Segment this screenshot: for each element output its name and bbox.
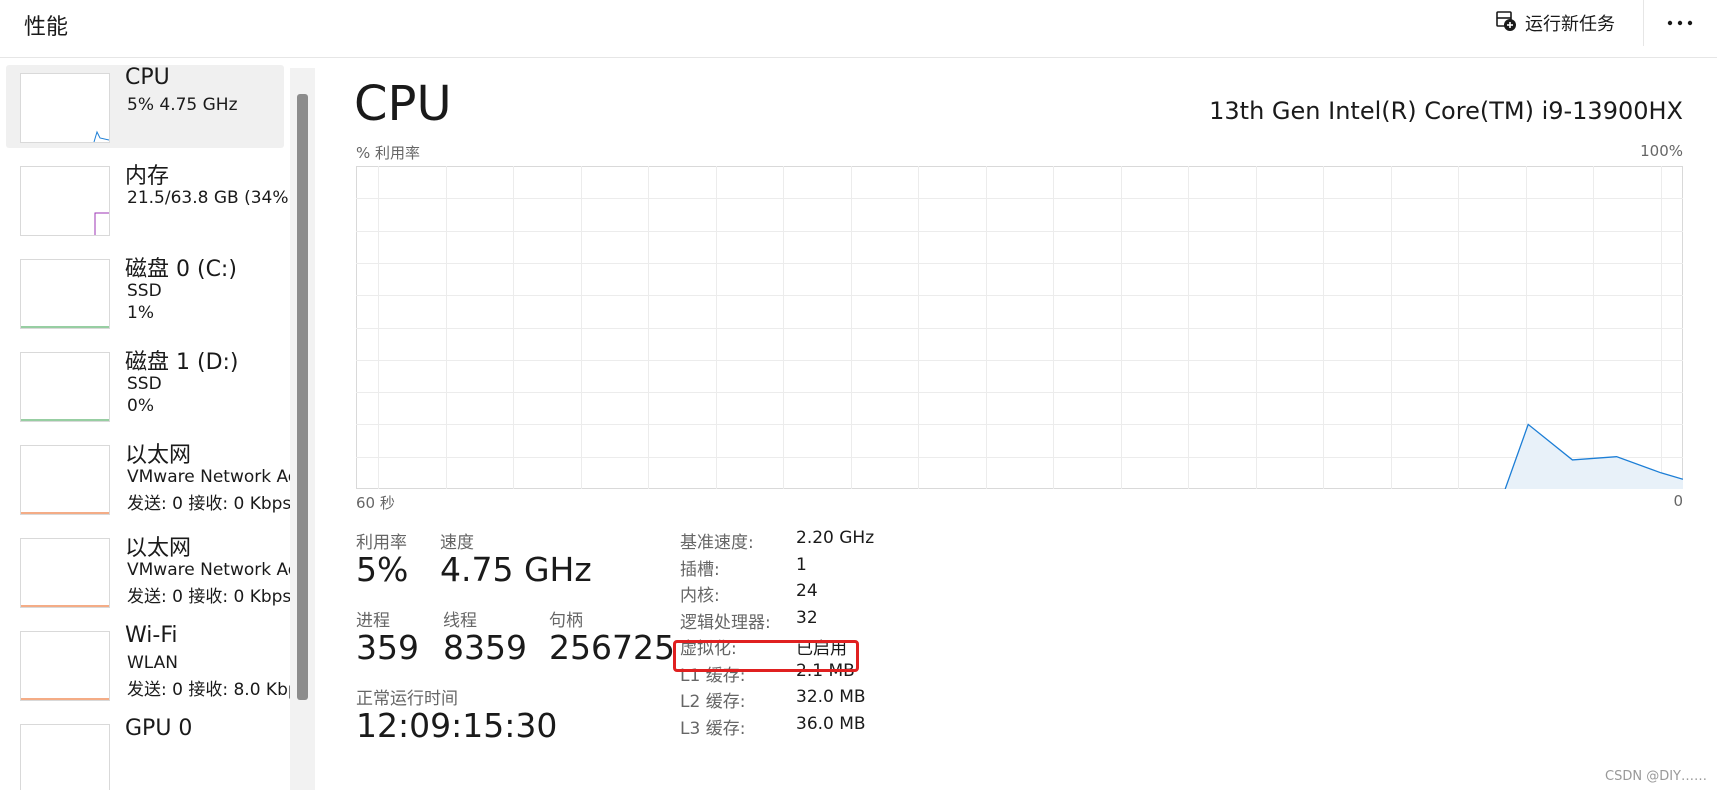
sidebar-item-title: 以太网 <box>125 536 192 561</box>
mini-graph-thumbnail <box>20 259 110 329</box>
sidebar-item-title: Wi-Fi <box>125 623 178 648</box>
spec-value: 2.20 GHz <box>796 528 875 548</box>
mini-graph-thumbnail <box>20 445 110 515</box>
sidebar-item-detail-2: 发送: 0 接收: 8.0 Kbps <box>127 680 290 700</box>
sidebar-item-detail: SSD <box>127 281 162 301</box>
more-options-button[interactable] <box>1660 6 1700 40</box>
sidebar-item-detail: VMware Network Adapter <box>127 467 290 487</box>
sidebar-scroll-thumb[interactable] <box>297 94 308 700</box>
handles-value: 256725 <box>549 628 675 667</box>
spec-label: L2 缓存: <box>680 692 746 712</box>
header-bar: 性能 运行新任务 <box>0 0 1717 58</box>
sidebar-item-detail: 21.5/63.8 GB (34%) <box>127 188 290 208</box>
spec-label: 基准速度: <box>680 533 754 553</box>
threads-value: 8359 <box>443 628 527 667</box>
mini-graph-thumbnail <box>20 352 110 422</box>
resource-list: CPU 5% 4.75 GHz 内存 21.5/63.8 GB (34%) 磁盘 0 (… <box>0 58 290 790</box>
sidebar-item-title: 以太网 <box>125 443 192 468</box>
page-title: 性能 <box>24 15 69 40</box>
spec-value: 24 <box>796 581 818 601</box>
utilization-value: 5% <box>356 550 409 589</box>
sidebar-item-4[interactable]: 磁盘 1 (D:) SSD 0% <box>6 344 284 427</box>
spec-label: 插槽: <box>680 559 720 580</box>
cpu-utilization-graph <box>356 166 1683 489</box>
mini-graph-line <box>94 212 109 235</box>
graph-y-max: 100% <box>1640 142 1683 160</box>
graph-y-label: % 利用率 <box>356 144 421 162</box>
sidebar-item-title: CPU <box>125 65 170 90</box>
mini-graph-thumbnail <box>20 166 110 236</box>
sidebar-item-8[interactable]: GPU 0 <box>6 716 284 790</box>
graph-x-min: 0 <box>1673 492 1683 510</box>
sidebar-item-6[interactable]: 以太网VMware Network Adapter 发送: 0 接收: 0 Kbp… <box>6 530 290 613</box>
sidebar-item-title: 内存 <box>125 164 170 189</box>
main-panel: CPU 13th Gen Intel(R) Core(TM) i9-13900H… <box>316 58 1717 790</box>
processes-value: 359 <box>356 628 419 667</box>
sidebar-item-detail: SSD <box>127 374 162 394</box>
uptime-value: 12:09:15:30 <box>356 706 558 745</box>
sidebar-item-title: 磁盘 0 (C:) <box>125 257 237 282</box>
sidebar-item-title: GPU 0 <box>125 716 193 741</box>
sidebar-item-3[interactable]: 磁盘 0 (C:) SSD 1% <box>6 251 284 334</box>
sidebar-item-detail: VMware Network Adapter <box>127 560 290 580</box>
spec-label: 逻辑处理器: <box>680 612 771 633</box>
sidebar-item-detail-2: 发送: 0 接收: 0 Kbps <box>127 587 290 607</box>
sidebar-item-5[interactable]: 以太网VMware Network Adapter 发送: 0 接收: 0 Kbp… <box>6 437 290 520</box>
graph-x-time: 60 秒 <box>356 494 395 512</box>
sidebar-item-detail-2: 发送: 0 接收: 0 Kbps <box>127 494 290 514</box>
sidebar-item-title: 磁盘 1 (D:) <box>125 350 239 375</box>
run-new-task-button[interactable]: 运行新任务 <box>1495 8 1615 38</box>
run-new-task-label: 运行新任务 <box>1525 14 1615 35</box>
mini-graph-thumbnail <box>20 73 110 143</box>
spec-value: 1 <box>796 554 807 575</box>
speed-value: 4.75 GHz <box>440 550 592 589</box>
sidebar-item-2[interactable]: 内存 21.5/63.8 GB (34%) <box>6 158 290 241</box>
more-dots-icon <box>1667 20 1693 26</box>
spec-label: L3 缓存: <box>680 718 746 739</box>
graph-border <box>356 166 1683 489</box>
sidebar-item-detail: WLAN <box>127 653 179 673</box>
sidebar-item-detail-2: 1% <box>127 303 154 323</box>
spec-value: 32 <box>796 607 818 628</box>
mini-graph-line <box>93 130 109 142</box>
mini-graph-thumbnail <box>20 631 110 701</box>
sidebar-item-1[interactable]: CPU 5% 4.75 GHz <box>6 65 284 148</box>
watermark: CSDN @DIY…… <box>1605 769 1707 784</box>
new-task-icon <box>1495 10 1517 37</box>
resource-title: CPU <box>354 76 452 132</box>
mini-graph-thumbnail <box>20 538 110 608</box>
spec-value: 36.0 MB <box>796 713 866 734</box>
spec-value: 32.0 MB <box>796 687 866 707</box>
sidebar-item-7[interactable]: Wi-Fi WLAN 发送: 0 接收: 8.0 Kbps <box>6 623 290 706</box>
sidebar: CPU 5% 4.75 GHz 内存 21.5/63.8 GB (34%) 磁盘 0 (… <box>0 58 315 790</box>
cpu-model: 13th Gen Intel(R) Core(TM) i9-13900HX <box>1209 97 1683 125</box>
sidebar-item-detail: 5% 4.75 GHz <box>127 95 238 115</box>
sidebar-item-detail-2: 0% <box>127 396 154 416</box>
virtualization-highlight-box <box>673 640 859 672</box>
sidebar-scrollbar[interactable] <box>290 68 315 790</box>
header-divider <box>1643 0 1644 46</box>
mini-graph-thumbnail <box>20 724 110 790</box>
spec-label: 内核: <box>680 586 720 606</box>
